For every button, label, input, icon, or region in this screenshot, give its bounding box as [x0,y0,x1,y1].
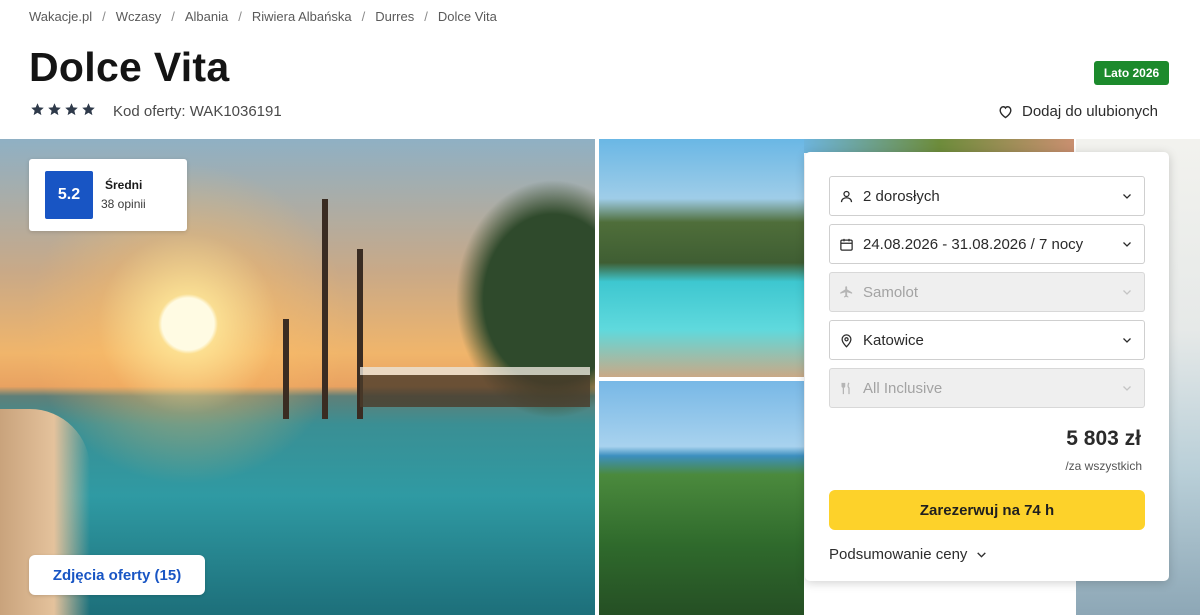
breadcrumb-link-durres[interactable]: Durres [375,9,414,24]
plane-icon [838,284,854,300]
dates-select[interactable]: 24.08.2026 - 31.08.2026 / 7 nocy [829,224,1145,264]
offer-code: Kod oferty: WAK1036191 [113,103,282,120]
location-pin-icon [838,332,854,348]
heart-icon [997,103,1014,120]
rating-card[interactable]: 5.2 Średni 38 opinii [29,159,187,231]
add-to-favorites-label: Dodaj do ulubionych [1022,103,1158,120]
breadcrumb-separator: / [102,9,106,24]
transport-value: Samolot [863,283,919,301]
breadcrumb-separator: / [424,9,428,24]
palm-tree [283,319,289,419]
main-hotel-photo[interactable]: 5.2 Średni 38 opinii Zdjęcia oferty (15) [0,139,595,615]
breadcrumb: Wakacje.pl / Wczasy / Albania / Riwiera … [29,9,497,24]
transport-select: Samolot [829,272,1145,312]
palm-tree [322,199,328,419]
star-icon [47,102,62,117]
breadcrumb-separator: / [361,9,366,24]
add-to-favorites-button[interactable]: Dodaj do ulubionych [997,103,1158,120]
star-icon [81,102,96,117]
offer-photos-button[interactable]: Zdjęcia oferty (15) [29,555,205,595]
breadcrumb-link-albania[interactable]: Albania [185,9,228,24]
rating-label: Średni [105,178,143,192]
page-title: Dolce Vita [29,44,230,90]
breadcrumb-separator: / [171,9,175,24]
chevron-down-icon [1121,382,1133,394]
reserve-button[interactable]: Zarezerwuj na 74 h [829,490,1145,530]
price-summary-label: Podsumowanie ceny [829,546,968,563]
price-summary-toggle[interactable]: Podsumowanie ceny [829,546,988,563]
chevron-down-icon [1121,238,1133,250]
star-icon [30,102,45,117]
breadcrumb-current[interactable]: Dolce Vita [438,9,497,24]
calendar-icon [838,236,854,252]
chevron-down-icon [975,548,988,561]
photo-umbrellas [360,367,590,407]
gallery-photo-strip[interactable] [804,139,1074,153]
rating-count: 38 opinii [101,197,146,211]
departure-value: Katowice [863,331,924,349]
cutlery-icon [838,380,854,396]
star-rating [30,102,96,117]
travellers-value: 2 dorosłych [863,187,940,205]
breadcrumb-link-wczasy[interactable]: Wczasy [116,9,162,24]
rating-score: 5.2 [45,171,93,219]
chevron-down-icon [1121,286,1133,298]
star-icon [64,102,79,117]
board-select: All Inclusive [829,368,1145,408]
chevron-down-icon [1121,190,1133,202]
departure-select[interactable]: Katowice [829,320,1145,360]
board-value: All Inclusive [863,379,943,397]
breadcrumb-link-wakacje[interactable]: Wakacje.pl [29,9,92,24]
breadcrumb-link-riwiera[interactable]: Riwiera Albańska [252,9,352,24]
travellers-select[interactable]: 2 dorosłych [829,176,1145,216]
breadcrumb-separator: / [238,9,242,24]
total-price: 5 803 zł [1066,427,1141,450]
price-note: /za wszystkich [1065,459,1142,473]
pool-photo[interactable] [599,139,804,377]
season-badge: Lato 2026 [1094,61,1169,85]
booking-panel: 2 dorosłych 24.08.2026 - 31.08.2026 / 7 … [805,152,1169,581]
person-icon [838,188,854,204]
chevron-down-icon [1121,334,1133,346]
dates-value: 24.08.2026 - 31.08.2026 / 7 nocy [863,235,1084,253]
sea-view-photo[interactable] [599,381,804,615]
